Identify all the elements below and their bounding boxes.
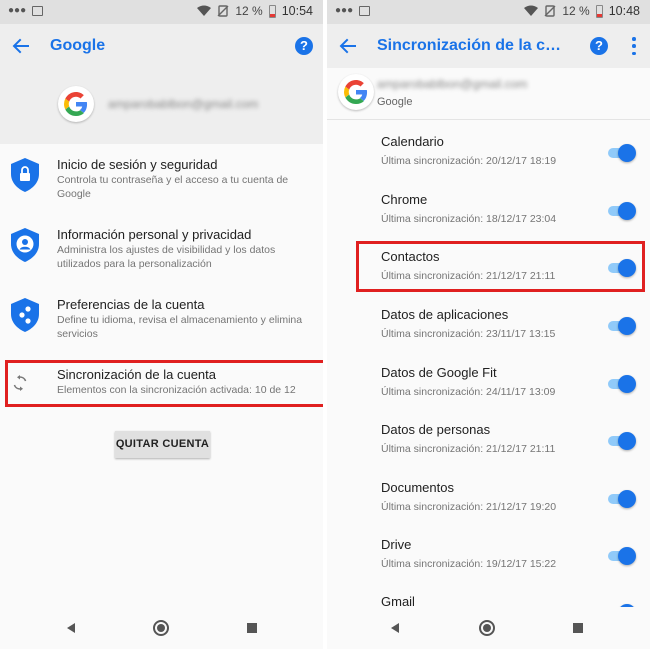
battery-percent: 12 % [562,4,590,18]
sync-item-last-sync: Última sincronización: 18/12/17 23:04 [381,213,557,225]
menu-item-personal-info[interactable]: Información personal y privacidad Admini… [0,220,323,284]
notification-dots-icon: ●●● [335,5,354,16]
sync-item-datos-aplicaciones[interactable]: Datos de aplicaciones Última sincronizac… [327,298,650,355]
sync-item-chrome[interactable]: Chrome Última sincronización: 18/12/17 2… [327,183,650,240]
account-provider: Google [377,96,413,108]
menu-item-title: Inicio de sesión y seguridad [57,157,218,172]
sync-item-last-sync: Última sincronización: 21/12/17 21:11 [381,443,556,455]
nav-back-icon[interactable] [67,623,75,633]
sync-item-last-sync: Última sincronización: 23/11/17 13:15 [381,328,556,340]
image-notification-icon [32,5,44,16]
battery-percent: 12 % [235,4,263,18]
sync-toggle[interactable] [606,375,636,393]
nav-back-icon[interactable] [391,623,399,633]
wifi-icon [524,5,539,16]
account-email: amparobablbon@gmail.com [108,97,259,111]
nav-home-icon[interactable] [479,620,495,636]
image-notification-icon [359,5,371,16]
sync-toggle[interactable] [606,317,636,335]
sync-item-documentos[interactable]: Documentos Última sincronización: 21/12/… [327,471,650,528]
battery-icon [268,4,276,18]
sync-item-last-sync: Última sincronización: 21/12/17 19:20 [381,501,557,513]
app-bar: Google ? [0,24,323,68]
wifi-icon [197,5,212,16]
menu-item-account-preferences[interactable]: Preferencias de la cuenta Define tu idio… [0,290,323,354]
highlight-box [356,241,645,292]
status-bar: ●●● 12 % 10:48 [327,0,650,24]
sync-item-last-sync: Última sincronización: 20/12/17 18:19 [381,155,557,167]
sync-toggle[interactable] [606,432,636,450]
highlight-box [5,360,323,407]
nav-recent-icon[interactable] [247,623,257,633]
app-bar: Sincronización de la cuenta ? [327,24,650,68]
menu-item-desc: Controla tu contraseña y el acceso a tu … [57,174,289,200]
account-header: amparobablbon@gmail.com [0,68,323,144]
page-title: Google [50,37,106,54]
battery-icon [595,4,603,18]
menu-item-title: Información personal y privacidad [57,227,252,242]
sync-toggle[interactable] [606,144,636,162]
sync-item-title: Datos de aplicaciones [381,307,509,322]
clock: 10:54 [281,4,313,18]
menu-item-desc: Define tu idioma, revisa el almacenamien… [57,314,303,340]
shield-preferences-icon [11,298,39,332]
sync-toggle[interactable] [606,202,636,220]
sync-item-google-fit[interactable]: Datos de Google Fit Última sincronizació… [327,356,650,413]
right-screen: ●●● 12 % 10:48 Sincronización de la cuen… [327,0,650,649]
remove-account-button[interactable]: QUITAR CUENTA [115,431,210,458]
clock: 10:48 [608,4,640,18]
sync-toggle[interactable] [606,490,636,508]
account-email: amparobablbon@gmail.com [377,77,528,91]
shield-lock-icon [11,158,39,192]
page-title: Sincronización de la cuenta [377,37,569,54]
google-logo-icon [58,86,94,122]
sync-item-title: Documentos [381,480,454,495]
sync-item-last-sync: Última sincronización: 19/12/17 15:22 [381,558,557,570]
no-sim-icon [217,5,229,17]
sync-item-calendario[interactable]: Calendario Última sincronización: 20/12/… [327,125,650,182]
left-screen: ●●● 12 % 10:54 Google ? amparobablbon@gm… [0,0,323,649]
menu-item-desc: Administra los ajustes de visibilidad y … [57,244,276,270]
sync-item-title: Drive [381,537,412,552]
sync-item-title: Chrome [381,192,428,207]
sync-toggle[interactable] [606,547,636,565]
sync-item-title: Datos de Google Fit [381,365,497,380]
shield-person-icon [11,228,39,262]
arrow-back-icon[interactable] [12,37,30,55]
sync-item-datos-personas[interactable]: Datos de personas Última sincronización:… [327,413,650,470]
sync-item-last-sync: Última sincronización: 24/11/17 13:09 [381,386,556,398]
google-logo-icon [338,74,374,110]
arrow-back-icon[interactable] [339,37,357,55]
status-bar: ●●● 12 % 10:54 [0,0,323,24]
help-icon[interactable]: ? [590,37,608,55]
help-icon[interactable]: ? [295,37,313,55]
notification-dots-icon: ●●● [8,5,27,16]
account-row: amparobablbon@gmail.com Google [327,68,650,120]
more-vert-icon[interactable] [632,37,636,55]
nav-recent-icon[interactable] [573,623,583,633]
nav-bar [0,607,323,649]
sync-item-drive[interactable]: Drive Última sincronización: 19/12/17 15… [327,528,650,585]
menu-item-title: Preferencias de la cuenta [57,297,205,312]
sync-item-title: Datos de personas [381,422,491,437]
nav-home-icon[interactable] [153,620,169,636]
sync-item-title: Calendario [381,134,444,149]
no-sim-icon [544,5,556,17]
menu-item-security[interactable]: Inicio de sesión y seguridad Controla tu… [0,150,323,214]
nav-bar [327,607,650,649]
